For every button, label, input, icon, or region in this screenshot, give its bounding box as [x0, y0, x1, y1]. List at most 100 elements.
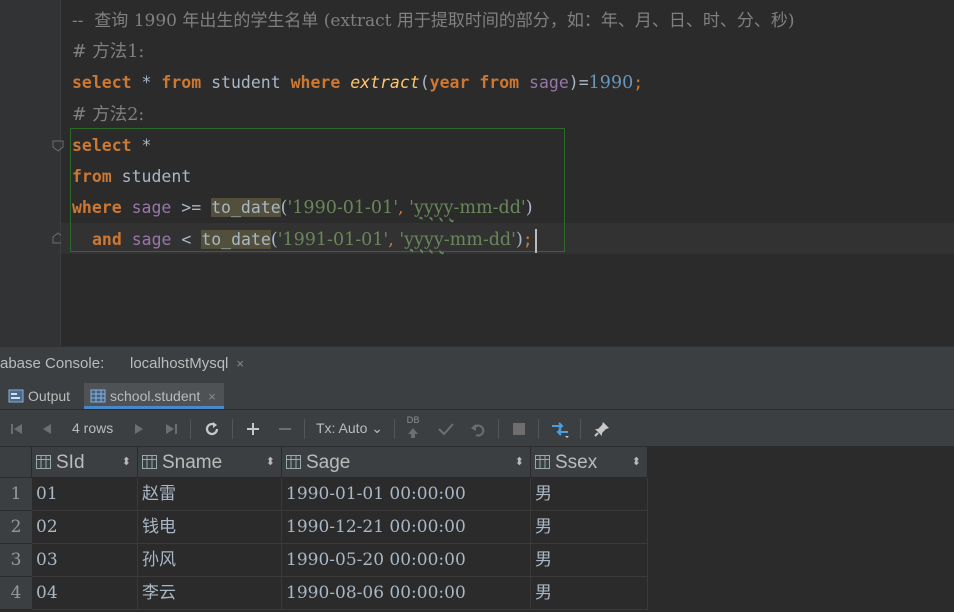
delete-row-icon[interactable] — [274, 410, 296, 446]
commit-icon[interactable] — [434, 410, 458, 446]
cell-ssex[interactable]: 男 — [531, 511, 648, 544]
cell-sid[interactable]: 02 — [32, 511, 138, 544]
toolbar-separator — [580, 419, 581, 439]
sql-line-extract[interactable]: select * from student where extract(year… — [72, 68, 643, 98]
column-header-sage[interactable]: Sage ⬍ — [282, 447, 531, 478]
cell-ssex[interactable]: 男 — [531, 577, 648, 610]
column-header-sname[interactable]: Sname ⬍ — [138, 447, 282, 478]
paren-open: ( — [419, 73, 430, 92]
sort-icon[interactable]: ⬍ — [515, 447, 524, 478]
refresh-icon[interactable] — [200, 410, 224, 446]
comma: , — [388, 230, 400, 250]
keyword-where: where — [72, 198, 122, 217]
column-icon — [286, 448, 301, 469]
table-name: student — [111, 167, 192, 186]
row-number: 1 — [0, 478, 32, 511]
cell-sid[interactable]: 01 — [32, 478, 138, 511]
cell-sage[interactable]: 1990-08-06 00:00:00 — [282, 577, 531, 610]
stop-icon[interactable] — [508, 410, 530, 446]
next-page-icon[interactable] — [128, 410, 150, 446]
cell-sname[interactable]: 孙风 — [138, 544, 282, 577]
string-format-yyyy: yyyy — [413, 198, 454, 218]
paren-open: ( — [270, 230, 278, 250]
tab-database-console[interactable]: abase Console: — [0, 347, 104, 381]
row-count: 4 rows — [72, 420, 114, 436]
string-format-yyyy: yyyy — [404, 230, 444, 250]
tab-school-student[interactable]: school.student × — [84, 383, 224, 409]
cell-sname[interactable]: 赵雷 — [138, 478, 282, 511]
keyword-where: where — [290, 73, 341, 92]
fold-start-icon[interactable] — [51, 139, 65, 153]
table-icon — [90, 385, 106, 403]
pin-icon[interactable] — [590, 410, 614, 446]
comma: , — [398, 198, 410, 218]
cell-sname[interactable]: 李云 — [138, 577, 282, 610]
cell-sid[interactable]: 04 — [32, 577, 138, 610]
string-date-1990: '1990-01-01' — [287, 198, 399, 218]
output-icon — [8, 385, 24, 403]
sort-icon[interactable]: ⬍ — [122, 447, 131, 478]
toolbar-separator — [304, 419, 305, 439]
first-page-icon[interactable] — [6, 410, 28, 446]
sql-line-where[interactable]: where sage >= to_date('1990-01-01', 'yyy… — [72, 193, 533, 223]
function-to-date: to_date — [211, 198, 281, 217]
cell-sid[interactable]: 03 — [32, 544, 138, 577]
result-grid[interactable]: SId ⬍ Sname ⬍ Sage ⬍ Ssex ⬍ 1 01 赵雷 1990-01-… — [0, 447, 954, 612]
tab-output[interactable]: Output — [2, 383, 78, 409]
tab-label: localhostMysql — [130, 355, 229, 372]
column-sage: sage — [131, 198, 172, 217]
close-icon[interactable]: × — [208, 389, 216, 404]
db-submit-icon[interactable]: DB — [402, 410, 424, 446]
tab-localhost-mysql[interactable]: localhostMysql × — [118, 347, 256, 381]
sql-editor[interactable]: -- 查询 1990 年出生的学生名单 (extract 用于提取时间的部分，如… — [0, 0, 954, 346]
paren-close-equals: )= — [568, 73, 589, 92]
tab-label: school.student — [110, 388, 201, 404]
column-sage: sage — [131, 230, 172, 249]
method1-comment: # 方法1: — [72, 42, 145, 62]
tx-label: Tx: Auto — [316, 420, 368, 436]
cell-sname[interactable]: 钱电 — [138, 511, 282, 544]
function-extract: extract — [350, 73, 420, 92]
cell-ssex[interactable]: 男 — [531, 544, 648, 577]
sql-line-and[interactable]: and sage < to_date('1991-01-01', 'yyyy-m… — [92, 225, 537, 255]
toolbar-separator — [232, 419, 233, 439]
database-console-panel: abase Console: localhostMysql × Output sc… — [0, 346, 954, 612]
column-sage: sage — [529, 73, 569, 92]
compare-icon[interactable] — [548, 410, 572, 446]
cell-sage[interactable]: 1990-05-20 00:00:00 — [282, 544, 531, 577]
column-label: Sage — [306, 452, 351, 473]
close-icon[interactable]: × — [236, 356, 244, 371]
star: * — [131, 73, 162, 92]
column-header-sid[interactable]: SId ⬍ — [32, 447, 138, 478]
keyword-and: and — [92, 230, 122, 249]
sql-line-from[interactable]: from student — [72, 162, 191, 192]
previous-page-icon[interactable] — [36, 410, 58, 446]
paren-close: ) — [525, 198, 533, 218]
column-label: Sname — [162, 452, 223, 473]
sql-line-select[interactable]: select * — [72, 131, 151, 161]
toolbar-separator — [190, 419, 191, 439]
string-format-rest: -mm-dd' — [443, 230, 516, 250]
string-date-1991: '1991-01-01' — [277, 230, 389, 250]
column-label: Ssex — [555, 452, 598, 473]
keyword-from-2: from — [479, 73, 520, 92]
column-icon — [142, 448, 157, 469]
cell-ssex[interactable]: 男 — [531, 478, 648, 511]
sort-icon[interactable]: ⬍ — [632, 447, 641, 478]
column-header-ssex[interactable]: Ssex ⬍ — [531, 447, 648, 478]
cell-sage[interactable]: 1990-01-01 00:00:00 — [282, 478, 531, 511]
table-name: student — [201, 73, 291, 92]
paren-close: ) — [515, 230, 523, 250]
transaction-mode-dropdown[interactable]: Tx: Auto ⌄ — [316, 410, 383, 446]
keyword-year: year — [429, 73, 470, 92]
function-to-date: to_date — [201, 230, 271, 249]
rollback-icon[interactable] — [466, 410, 490, 446]
last-page-icon[interactable] — [160, 410, 182, 446]
result-tab-bar: Output school.student × — [0, 381, 954, 410]
sort-icon[interactable]: ⬍ — [266, 447, 275, 478]
chevron-down-icon: ⌄ — [371, 420, 383, 436]
add-row-icon[interactable] — [242, 410, 264, 446]
number-1990: 1990 — [588, 73, 634, 93]
cell-sage[interactable]: 1990-12-21 00:00:00 — [282, 511, 531, 544]
semicolon: ; — [522, 230, 533, 249]
